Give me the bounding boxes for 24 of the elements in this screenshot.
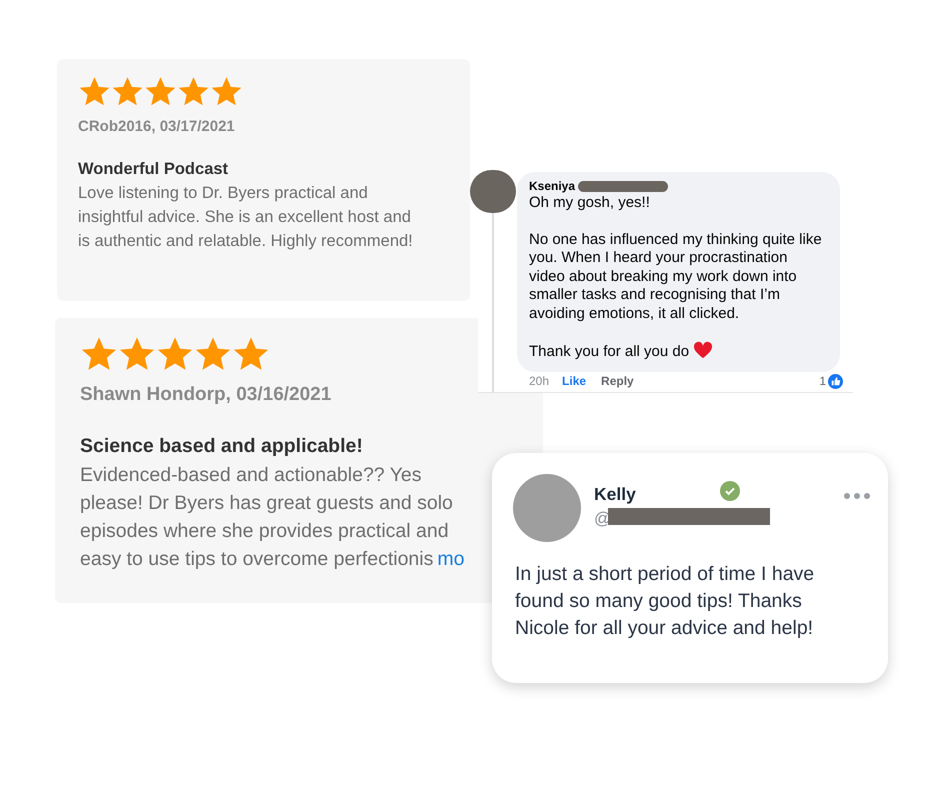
review-body: Love listening to Dr. Byers practical and insightful advice. She is an excellent host and is authentic and relatable. Highly recommend! xyxy=(78,183,414,252)
comment-text: Oh my gosh, yes!! xyxy=(529,194,651,212)
more-link[interactable]: mo xyxy=(437,548,464,570)
review-title: Wonderful Podcast xyxy=(78,158,230,180)
user-name: Kelly xyxy=(594,483,636,506)
comment-text: Thank you for all you do xyxy=(529,341,825,362)
thumbs-up-icon xyxy=(828,374,843,388)
star-icon xyxy=(111,75,144,108)
review-author-date: CRob2016, 03/17/2021 xyxy=(78,117,236,137)
star-icon xyxy=(78,75,111,108)
heart-icon xyxy=(693,341,714,359)
reaction-count: 1 xyxy=(819,373,826,390)
comment-time: 20h xyxy=(529,373,550,390)
like-link[interactable]: Like xyxy=(562,372,586,390)
star-icon xyxy=(144,75,177,108)
post-text: In just a short period of time I have found so many good tips! Thanks Nicole for all your advice and help! xyxy=(515,562,816,641)
comment-text: No one has influenced my thinking quite like you. When I heard your procrastination video about breaking my work down into smaller tasks and recognising that I’m avoiding emotions, it all clicked. xyxy=(529,230,823,323)
review-title: Science based and applicable! xyxy=(80,434,364,458)
commenter-name[interactable]: Kseniya xyxy=(529,177,576,195)
review-author-date: Shawn Hondorp, 03/16/2021 xyxy=(80,383,332,407)
reply-link[interactable]: Reply xyxy=(601,372,634,390)
more-options-icon[interactable] xyxy=(844,493,870,499)
star-icon xyxy=(210,75,243,108)
star-icon xyxy=(177,75,210,108)
